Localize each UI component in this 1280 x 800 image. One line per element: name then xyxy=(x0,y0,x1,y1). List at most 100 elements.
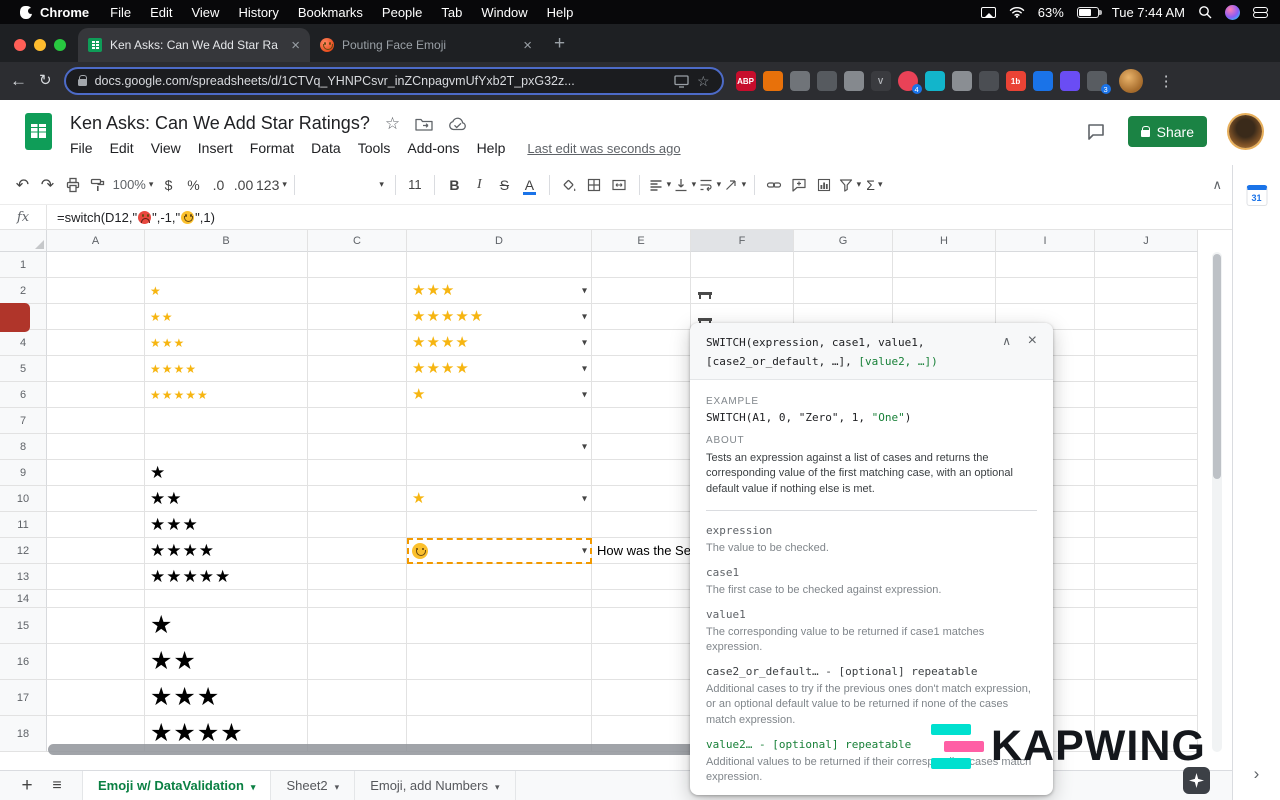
grid-cell[interactable] xyxy=(592,434,691,460)
grid-cell[interactable] xyxy=(407,644,592,680)
grid-cell[interactable]: ★ xyxy=(145,278,308,304)
cell-dropdown-icon[interactable]: ▾ xyxy=(582,389,587,400)
row-number[interactable]: 4 xyxy=(0,330,47,356)
grid-cell[interactable] xyxy=(1095,644,1198,680)
calendar-icon[interactable]: 31 xyxy=(1246,185,1267,206)
grid-cell[interactable] xyxy=(47,434,145,460)
grid-cell[interactable]: ★★★ xyxy=(145,680,308,716)
grid-cell[interactable]: ★★★★★ ▾ xyxy=(407,304,592,330)
grid-cell[interactable] xyxy=(996,278,1095,304)
grid-cell[interactable] xyxy=(1095,486,1198,512)
macos-menu-item[interactable]: View xyxy=(191,5,219,20)
row-number[interactable]: 9 xyxy=(0,460,47,486)
share-button[interactable]: Share xyxy=(1127,116,1207,147)
horizontal-scrollbar[interactable] xyxy=(48,744,756,755)
column-header[interactable]: A xyxy=(47,230,145,252)
comment-icon[interactable] xyxy=(1086,122,1106,142)
macos-menu-item[interactable]: Edit xyxy=(150,5,172,20)
grid-cell[interactable] xyxy=(145,252,308,278)
sheets-menu-item[interactable]: File xyxy=(70,140,93,156)
grid-cell[interactable] xyxy=(47,382,145,408)
grid-cell[interactable] xyxy=(794,278,893,304)
column-header[interactable]: J xyxy=(1095,230,1198,252)
insert-chart-button[interactable] xyxy=(812,172,837,198)
grid-cell[interactable] xyxy=(691,278,794,304)
grid-cell[interactable]: ▾ xyxy=(407,434,592,460)
grid-cell[interactable]: ★★★★ xyxy=(145,538,308,564)
grid-cell[interactable] xyxy=(592,330,691,356)
grid-cell[interactable] xyxy=(47,538,145,564)
grid-cell[interactable] xyxy=(308,680,407,716)
grid-cell[interactable] xyxy=(592,408,691,434)
account-avatar[interactable] xyxy=(1229,115,1262,148)
row-number[interactable]: 13 xyxy=(0,564,47,590)
grid-cell[interactable] xyxy=(308,252,407,278)
sheet-tab[interactable]: Sheet2 xyxy=(271,771,356,800)
close-help-icon[interactable] xyxy=(1028,332,1037,350)
grid-cell[interactable] xyxy=(308,538,407,564)
grid-cell[interactable] xyxy=(145,434,308,460)
grid-cell[interactable] xyxy=(47,644,145,680)
percent-format-button[interactable]: % xyxy=(181,172,206,198)
row-number[interactable]: 10 xyxy=(0,486,47,512)
cloud-saved-icon[interactable] xyxy=(448,117,468,131)
grid-cell[interactable] xyxy=(1095,512,1198,538)
font-size-select[interactable]: 11 xyxy=(403,172,427,198)
grid-cell[interactable] xyxy=(592,486,691,512)
grid-cell[interactable]: ★★★ xyxy=(145,512,308,538)
macos-menu-item[interactable]: Window xyxy=(481,5,527,20)
text-wrap-button[interactable] xyxy=(697,172,722,198)
grid-cell[interactable]: How was the Ser xyxy=(592,538,691,564)
extension-icon[interactable]: 3 xyxy=(1086,71,1111,94)
browser-tab[interactable]: Ken Asks: Can We Add Star Ra xyxy=(78,28,310,62)
grid-cell[interactable] xyxy=(1095,356,1198,382)
grid-cell[interactable] xyxy=(996,252,1095,278)
extension-icon[interactable] xyxy=(951,71,972,91)
grid-cell[interactable] xyxy=(308,512,407,538)
cell-dropdown-icon[interactable]: ▾ xyxy=(582,493,587,504)
grid-cell[interactable] xyxy=(308,608,407,644)
grid-cell[interactable] xyxy=(308,356,407,382)
functions-button[interactable]: Σ xyxy=(862,172,887,198)
grid-cell[interactable]: ★ xyxy=(145,608,308,644)
sheet-tab-menu-icon[interactable] xyxy=(251,778,256,793)
sheets-menu-item[interactable]: Data xyxy=(311,140,341,156)
all-sheets-button[interactable] xyxy=(42,771,72,800)
grid-cell[interactable] xyxy=(47,278,145,304)
reload-button[interactable] xyxy=(39,73,52,89)
screen-mirroring-icon[interactable] xyxy=(980,6,996,18)
extension-icon[interactable] xyxy=(978,71,999,91)
sheet-tab-menu-icon[interactable] xyxy=(495,778,500,793)
grid-cell[interactable] xyxy=(1095,304,1198,330)
vertical-align-button[interactable] xyxy=(672,172,697,198)
extension-icon[interactable] xyxy=(1059,71,1080,91)
grid-cell[interactable]: ★★ xyxy=(145,304,308,330)
currency-format-button[interactable]: $ xyxy=(156,172,181,198)
new-tab-button[interactable] xyxy=(554,34,565,53)
row-number[interactable]: 5 xyxy=(0,356,47,382)
grid-cell[interactable] xyxy=(47,486,145,512)
star-document-icon[interactable] xyxy=(385,114,400,134)
close-window-button[interactable] xyxy=(14,39,26,51)
grid-cell[interactable] xyxy=(1095,680,1198,716)
grid-cell[interactable] xyxy=(308,564,407,590)
column-header[interactable]: I xyxy=(996,230,1095,252)
sheets-menu-item[interactable]: Format xyxy=(250,140,294,156)
grid-cell[interactable] xyxy=(407,608,592,644)
grid-cell[interactable] xyxy=(592,590,691,608)
vertical-scrollbar-thumb[interactable] xyxy=(1213,254,1221,479)
tab-close-icon[interactable] xyxy=(523,37,532,54)
sheets-logo-icon[interactable] xyxy=(25,113,52,150)
grid-cell[interactable] xyxy=(145,408,308,434)
last-edit-link[interactable]: Last edit was seconds ago xyxy=(527,141,680,156)
grid-cell[interactable] xyxy=(308,304,407,330)
number-format-select[interactable]: 123 xyxy=(256,172,287,198)
grid-cell[interactable]: ★★ xyxy=(145,486,308,512)
row-number[interactable]: 7 xyxy=(0,408,47,434)
text-rotation-button[interactable] xyxy=(722,172,747,198)
grid-cell[interactable] xyxy=(308,382,407,408)
grid-cell[interactable] xyxy=(407,408,592,434)
grid-cell[interactable]: ★★★★ ▾ xyxy=(407,356,592,382)
extension-icon[interactable] xyxy=(1032,71,1053,91)
sheets-menu-item[interactable]: Insert xyxy=(198,140,233,156)
